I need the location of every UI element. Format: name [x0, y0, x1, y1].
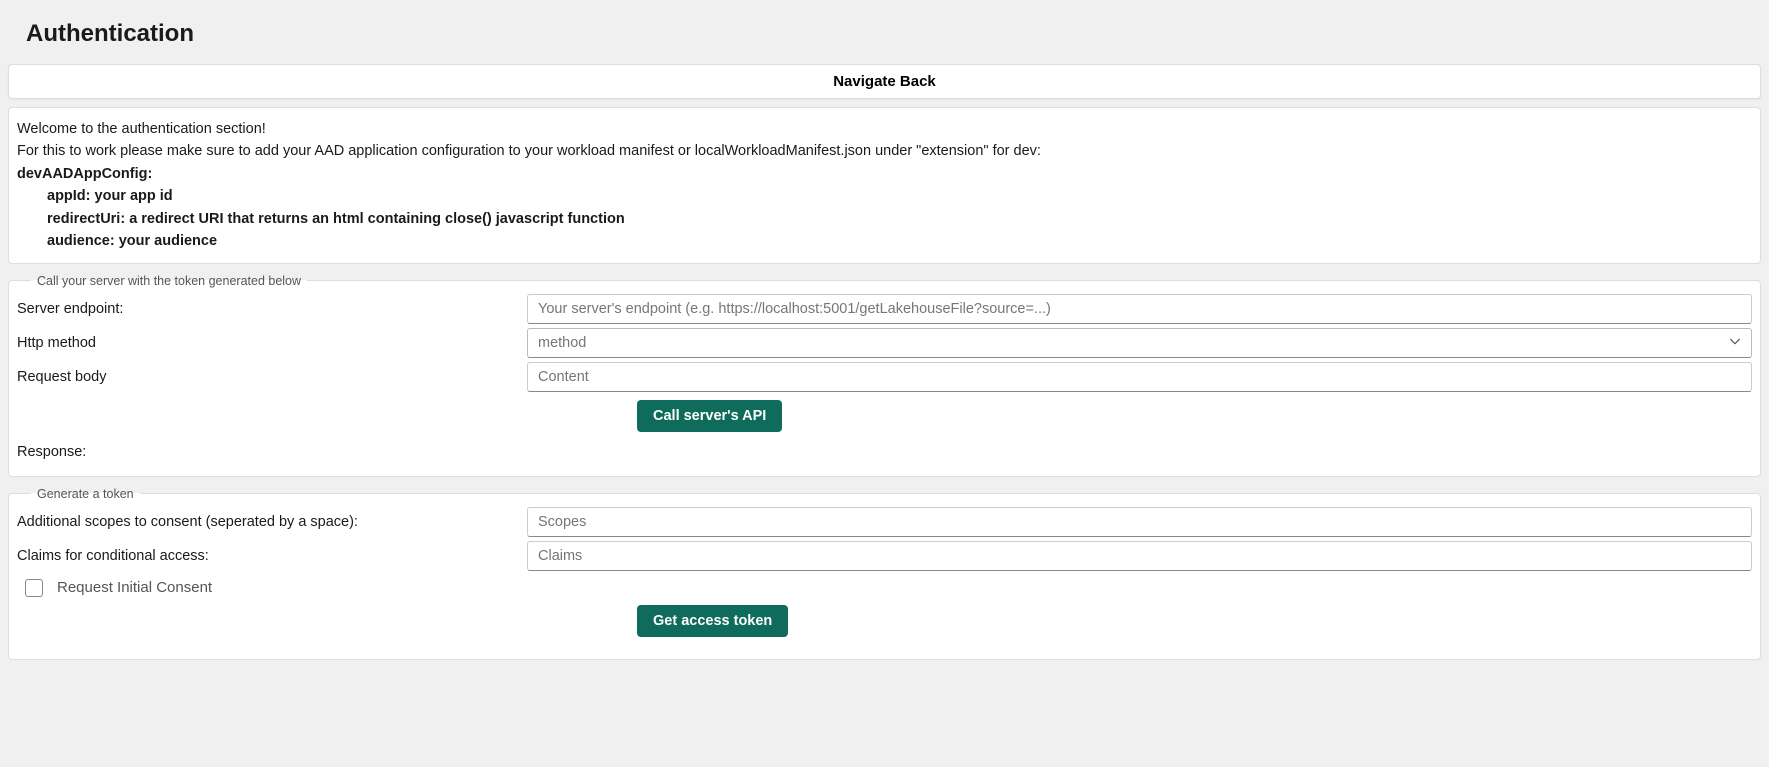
info-config-redirect: redirectUri: a redirect URI that returns…	[47, 208, 1752, 230]
server-endpoint-input[interactable]	[527, 294, 1752, 324]
server-legend: Call your server with the token generate…	[31, 274, 307, 288]
http-method-select[interactable]: method	[527, 328, 1752, 358]
request-body-label: Request body	[17, 365, 527, 389]
request-body-input[interactable]	[527, 362, 1752, 392]
info-welcome: Welcome to the authentication section!	[17, 118, 1752, 140]
claims-label: Claims for conditional access:	[17, 544, 527, 568]
request-initial-consent-checkbox[interactable]	[25, 579, 43, 597]
scopes-label: Additional scopes to consent (seperated …	[17, 510, 527, 534]
http-method-label: Http method	[17, 331, 527, 355]
server-call-section: Call your server with the token generate…	[8, 274, 1761, 477]
scopes-input[interactable]	[527, 507, 1752, 537]
request-initial-consent-label: Request Initial Consent	[57, 579, 212, 596]
info-config-key: devAADAppConfig:	[17, 163, 1752, 185]
page-title: Authentication	[26, 20, 1761, 48]
claims-input[interactable]	[527, 541, 1752, 571]
server-endpoint-label: Server endpoint:	[17, 297, 527, 321]
response-label: Response:	[17, 440, 1752, 462]
generate-token-section: Generate a token Additional scopes to co…	[8, 487, 1761, 660]
call-server-api-button[interactable]: Call server's API	[637, 400, 782, 432]
info-instruction: For this to work please make sure to add…	[17, 140, 1752, 162]
get-access-token-button[interactable]: Get access token	[637, 605, 788, 637]
token-legend: Generate a token	[31, 487, 140, 501]
navigate-back-button[interactable]: Navigate Back	[8, 64, 1761, 99]
info-config-audience: audience: your audience	[47, 230, 1752, 252]
info-config-appid: appId: your app id	[47, 185, 1752, 207]
info-box: Welcome to the authentication section! F…	[8, 107, 1761, 264]
